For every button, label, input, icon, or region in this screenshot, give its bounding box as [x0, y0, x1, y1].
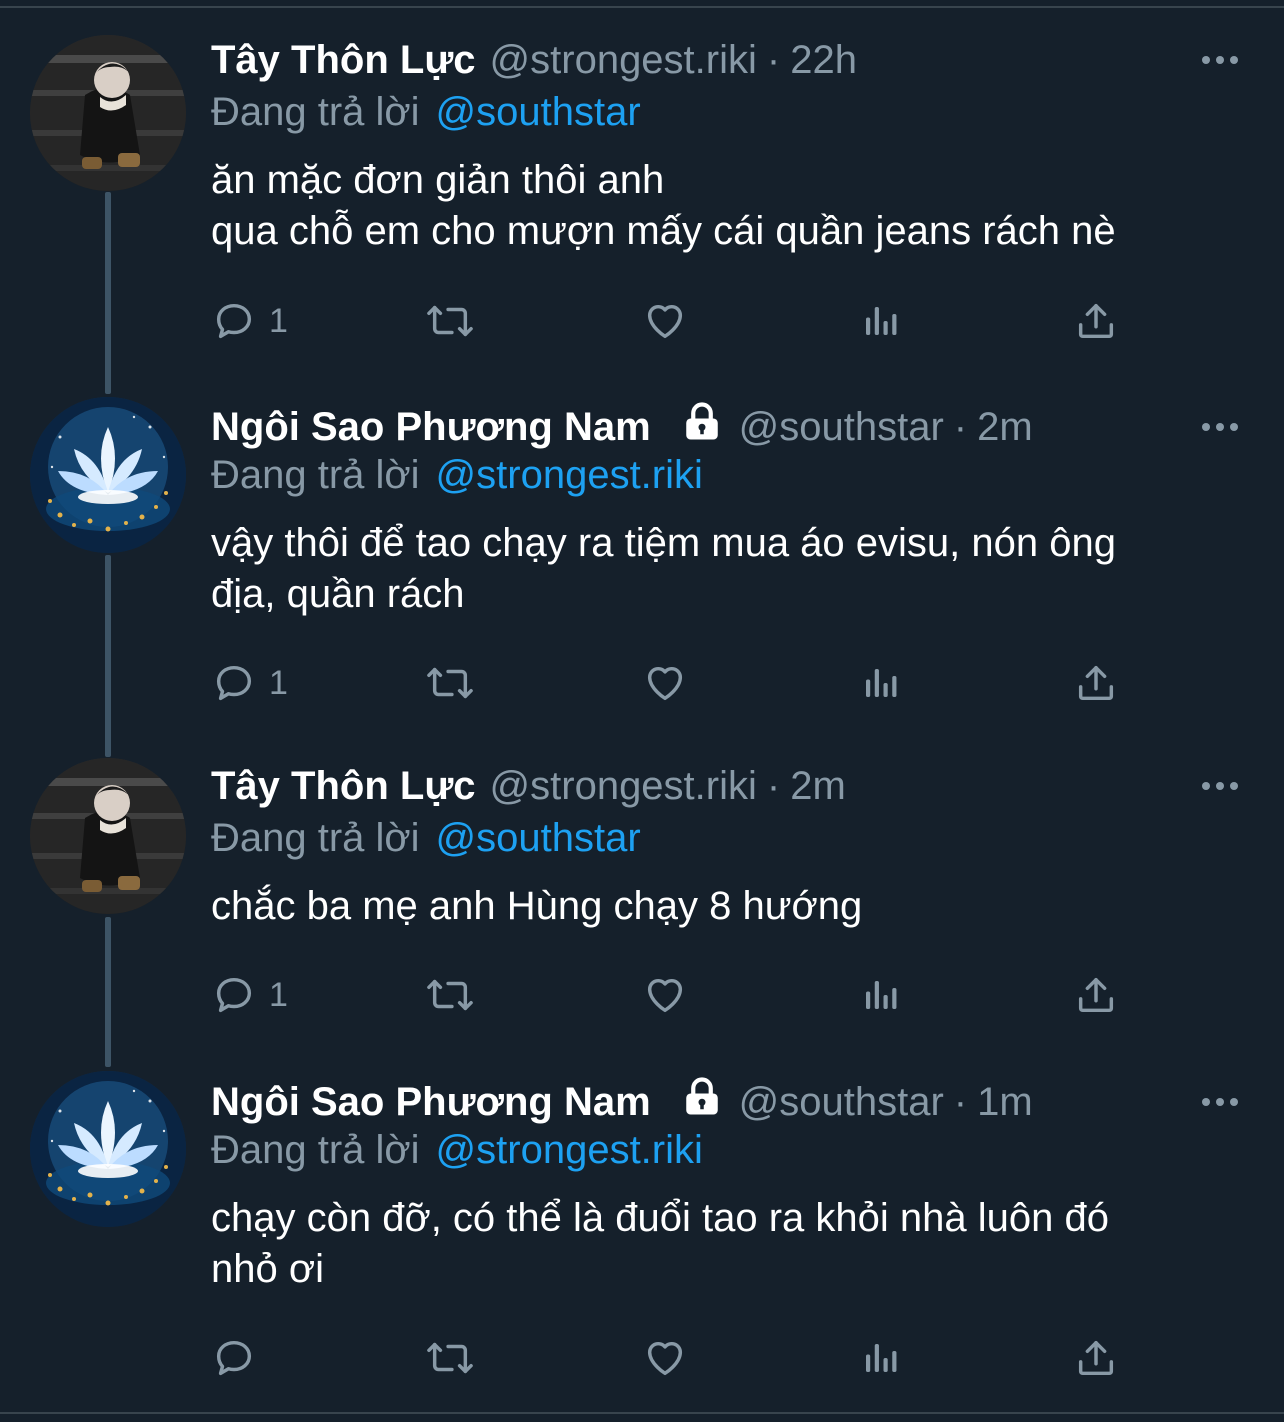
tweet-actions [211, 1333, 1251, 1383]
like-icon [641, 1335, 689, 1381]
username[interactable]: @southstar [739, 405, 944, 450]
separator-dot: · [766, 763, 781, 808]
thread-line [105, 917, 111, 1067]
share-button[interactable] [1073, 970, 1119, 1020]
more-icon[interactable] [1200, 402, 1240, 452]
analytics-icon [859, 660, 901, 706]
separator-dot: · [766, 37, 781, 82]
retweet-button[interactable] [423, 970, 477, 1020]
reply-button[interactable] [211, 1333, 257, 1383]
thread-line [105, 192, 111, 394]
reply-icon [211, 298, 257, 344]
tweet-actions: 1 [211, 970, 1251, 1020]
replying-to-handle[interactable]: @southstar [436, 816, 641, 861]
timestamp[interactable]: 22h [790, 38, 857, 83]
reply-button[interactable]: 1 [211, 296, 288, 346]
tweet-text: chắc ba mẹ anh Hùng chạy 8 hướng [211, 884, 863, 928]
more-icon[interactable] [1200, 761, 1240, 811]
replying-to: Đang trả lời @strongest.riki [211, 1125, 703, 1175]
analytics-button[interactable] [859, 970, 901, 1020]
avatar[interactable] [30, 758, 186, 914]
share-button[interactable] [1073, 1333, 1119, 1383]
replying-to: Đang trả lời @southstar [211, 813, 641, 863]
bottom-divider [0, 1412, 1284, 1414]
display-name[interactable]: Tây Thôn Lực [211, 764, 476, 809]
share-icon [1073, 298, 1119, 344]
reply-button[interactable]: 1 [211, 658, 288, 708]
share-icon [1073, 972, 1119, 1018]
like-icon [641, 972, 689, 1018]
avatar[interactable] [30, 1071, 186, 1227]
analytics-button[interactable] [859, 1333, 901, 1383]
replying-to-label: Đang trả lời [211, 815, 420, 860]
username[interactable]: @strongest.riki [490, 764, 757, 809]
analytics-icon [859, 1335, 901, 1381]
tweet-header: Ngôi Sao Phương Nam @southstar · 1m [211, 1077, 1033, 1127]
replying-to-handle[interactable]: @strongest.riki [436, 1128, 703, 1173]
replying-to-label: Đang trả lời [211, 452, 420, 497]
display-name[interactable]: Ngôi Sao Phương Nam [211, 405, 651, 450]
retweet-button[interactable] [423, 1333, 477, 1383]
more-icon[interactable] [1200, 35, 1240, 85]
analytics-button[interactable] [859, 658, 901, 708]
reply-icon [211, 1335, 257, 1381]
tweet-text: chạy còn đỡ, có thể là đuổi tao ra khỏi … [211, 1196, 1109, 1291]
retweet-button[interactable] [423, 658, 477, 708]
share-button[interactable] [1073, 658, 1119, 708]
reply-icon [211, 972, 257, 1018]
like-icon [641, 298, 689, 344]
replying-to-handle[interactable]: @strongest.riki [436, 453, 703, 498]
share-icon [1073, 660, 1119, 706]
like-button[interactable] [641, 1333, 689, 1383]
retweet-icon [423, 660, 477, 706]
lock-icon [681, 401, 723, 453]
reply-icon [211, 660, 257, 706]
like-icon [641, 660, 689, 706]
tweet-header: Tây Thôn Lực @strongest.riki · 2m [211, 761, 846, 811]
tweet-text: ăn mặc đơn giản thôi anh qua chỗ em cho … [211, 158, 1116, 253]
tweet-header: Ngôi Sao Phương Nam @southstar · 2m [211, 402, 1033, 452]
username[interactable]: @southstar [739, 1080, 944, 1125]
retweet-icon [423, 298, 477, 344]
like-button[interactable] [641, 658, 689, 708]
reply-count: 1 [269, 975, 288, 1014]
display-name[interactable]: Ngôi Sao Phương Nam [211, 1080, 651, 1125]
reply-count: 1 [269, 301, 288, 340]
like-button[interactable] [641, 970, 689, 1020]
tweet-actions: 1 [211, 296, 1251, 346]
username[interactable]: @strongest.riki [490, 38, 757, 83]
retweet-icon [423, 1335, 477, 1381]
like-button[interactable] [641, 296, 689, 346]
share-icon [1073, 1335, 1119, 1381]
avatar[interactable] [30, 35, 186, 191]
analytics-button[interactable] [859, 296, 901, 346]
more-icon[interactable] [1200, 1077, 1240, 1127]
analytics-icon [859, 298, 901, 344]
replying-to-handle[interactable]: @southstar [436, 90, 641, 135]
tweet-actions: 1 [211, 658, 1251, 708]
avatar[interactable] [30, 397, 186, 553]
display-name[interactable]: Tây Thôn Lực [211, 38, 476, 83]
timestamp[interactable]: 2m [977, 405, 1033, 450]
replying-to: Đang trả lời @southstar [211, 87, 641, 137]
retweet-icon [423, 972, 477, 1018]
retweet-button[interactable] [423, 296, 477, 346]
top-divider [0, 6, 1284, 8]
separator-dot: · [953, 1079, 968, 1124]
replying-to: Đang trả lời @strongest.riki [211, 450, 703, 500]
separator-dot: · [953, 404, 968, 449]
tweet-header: Tây Thôn Lực @strongest.riki · 22h [211, 35, 857, 85]
analytics-icon [859, 972, 901, 1018]
timestamp[interactable]: 1m [977, 1080, 1033, 1125]
timestamp[interactable]: 2m [790, 764, 846, 809]
thread-line [105, 555, 111, 757]
replying-to-label: Đang trả lời [211, 1127, 420, 1172]
reply-count: 1 [269, 663, 288, 702]
replying-to-label: Đang trả lời [211, 89, 420, 134]
tweet-text: vậy thôi để tao chạy ra tiệm mua áo evis… [211, 521, 1116, 616]
reply-button[interactable]: 1 [211, 970, 288, 1020]
share-button[interactable] [1073, 296, 1119, 346]
lock-icon [681, 1076, 723, 1128]
